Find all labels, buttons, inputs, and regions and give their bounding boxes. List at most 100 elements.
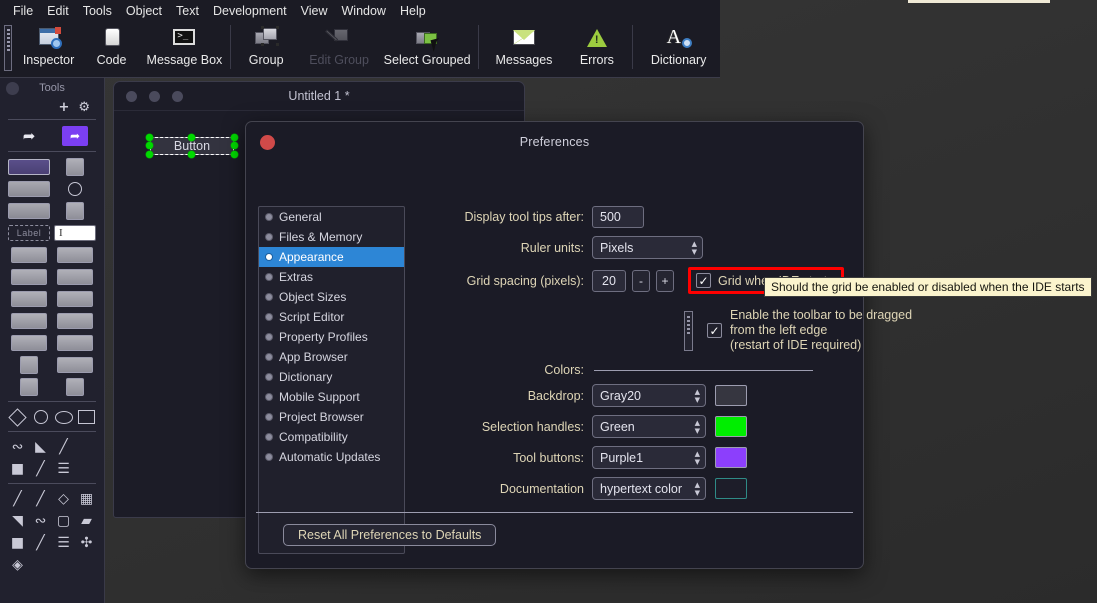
sidebar-item-appearance[interactable]: Appearance: [259, 247, 404, 267]
sidebar-item-extras[interactable]: Extras: [259, 267, 404, 287]
tool-polygon[interactable]: ◣: [29, 436, 52, 458]
documentation-color-swatch[interactable]: [715, 478, 747, 499]
stepper-arrows-icon[interactable]: ▲ ▼: [695, 481, 700, 496]
toolbar-button-inspector[interactable]: Inspector: [17, 22, 80, 67]
sidebar-item-dictionary[interactable]: Dictionary: [259, 367, 404, 387]
toolbar-button-errors[interactable]: ! Errors: [565, 22, 628, 67]
tool-listbox[interactable]: [6, 266, 52, 288]
tool-shape-diamond[interactable]: [6, 406, 29, 428]
selection-handle-bl[interactable]: [146, 151, 153, 158]
close-icon[interactable]: [260, 135, 275, 150]
tool-rectangle-control[interactable]: [6, 200, 52, 222]
backdrop-color-swatch[interactable]: [715, 385, 747, 406]
sidebar-item-app-browser[interactable]: App Browser: [259, 347, 404, 367]
selection-handle-tr[interactable]: [231, 134, 238, 141]
selection-handle-tc[interactable]: [188, 134, 195, 141]
selection-handle-tl[interactable]: [146, 134, 153, 141]
toolbar-button-messages[interactable]: Messages: [483, 22, 566, 67]
menu-help[interactable]: Help: [393, 1, 433, 21]
stepper-arrows-icon[interactable]: ▲ ▼: [695, 419, 700, 434]
toolbar-drag-grip[interactable]: [4, 25, 13, 71]
ruler-units-select[interactable]: Pixels ▲ ▼: [592, 236, 703, 259]
tool-file-control[interactable]: [52, 288, 98, 310]
selection-handles-color-swatch[interactable]: [715, 416, 747, 437]
tool-stamp-2[interactable]: ■: [6, 532, 29, 554]
documentation-color-select[interactable]: hypertext color ▲ ▼: [592, 477, 706, 500]
selection-handle-bc[interactable]: [188, 151, 195, 158]
toolbar-button-dictionary[interactable]: A Dictionary: [637, 22, 720, 67]
stepper-arrows-icon[interactable]: ▲ ▼: [695, 450, 700, 465]
reset-preferences-button[interactable]: Reset All Preferences to Defaults: [283, 524, 497, 546]
tool-splitter-v[interactable]: [52, 332, 98, 354]
tool-bevelbutton[interactable]: [6, 178, 52, 200]
tool-marquee[interactable]: ▢: [52, 510, 75, 532]
sidebar-item-property-profiles[interactable]: Property Profiles: [259, 327, 404, 347]
tool-checkbox[interactable]: [52, 156, 98, 178]
tool-buttons-color-select[interactable]: Purple1 ▲ ▼: [592, 446, 706, 469]
menu-development[interactable]: Development: [206, 1, 294, 21]
toolbar-drag-checkbox[interactable]: [707, 323, 722, 338]
grid-spacing-input[interactable]: 20: [592, 269, 626, 292]
backdrop-color-select[interactable]: Gray20 ▲ ▼: [592, 384, 706, 407]
sidebar-item-automatic-updates[interactable]: Automatic Updates: [259, 447, 404, 467]
sidebar-item-mobile-support[interactable]: Mobile Support: [259, 387, 404, 407]
sidebar-item-project-browser[interactable]: Project Browser: [259, 407, 404, 427]
tool-splitter-h[interactable]: [6, 332, 52, 354]
tool-move-points[interactable]: ✣: [75, 532, 98, 554]
toolbar-button-group[interactable]: Group: [235, 22, 298, 67]
tool-brush-2[interactable]: ╱: [29, 532, 52, 554]
tool-movieplayer[interactable]: [52, 376, 98, 398]
tool-pencil[interactable]: ╱: [6, 488, 29, 510]
toolbar-button-select-grouped[interactable]: Select Grouped: [381, 22, 474, 67]
grid-spacing-increment-button[interactable]: +: [656, 269, 674, 292]
selection-handles-color-select[interactable]: Green ▲ ▼: [592, 415, 706, 438]
tool-stamp[interactable]: ■: [6, 458, 29, 480]
grid-spacing-decrement-button[interactable]: -: [632, 269, 650, 292]
menu-tools[interactable]: Tools: [76, 1, 119, 21]
tool-move-selected[interactable]: ➦: [52, 124, 98, 148]
tool-arrow[interactable]: ➦: [6, 124, 52, 148]
tool-listbox-grid[interactable]: [52, 244, 98, 266]
tool-eraser[interactable]: ▰: [75, 510, 98, 532]
tool-popupmenu[interactable]: [6, 288, 52, 310]
tool-pushbutton[interactable]: [6, 156, 52, 178]
add-tool-icon[interactable]: +: [58, 101, 69, 114]
tool-curve[interactable]: ∾: [6, 436, 29, 458]
tool-spraycan[interactable]: ▦: [75, 488, 98, 510]
tooltip-delay-input[interactable]: 500: [592, 206, 644, 228]
menu-window[interactable]: Window: [335, 1, 393, 21]
toolbar-button-message-box[interactable]: Message Box: [143, 22, 226, 67]
selection-handle-mr[interactable]: [231, 142, 238, 149]
tool-radiobutton[interactable]: [52, 178, 98, 200]
grid-when-ide-starts-checkbox[interactable]: [696, 273, 711, 288]
tool-line[interactable]: ╱: [52, 436, 75, 458]
tool-canvas[interactable]: [6, 376, 52, 398]
tools-palette-close-button[interactable]: [6, 82, 19, 95]
stepper-arrows-icon[interactable]: ▲ ▼: [695, 388, 700, 403]
tool-target[interactable]: ◈: [6, 554, 29, 576]
tool-paintbucket[interactable]: ◇: [52, 488, 75, 510]
menu-text[interactable]: Text: [169, 1, 206, 21]
menu-object[interactable]: Object: [119, 1, 169, 21]
toolbar-button-edit-group[interactable]: Edit Group: [298, 22, 381, 67]
tool-page-panel[interactable]: [52, 200, 98, 222]
document-window-buttons[interactable]: [126, 90, 183, 102]
tool-combobox[interactable]: [6, 310, 52, 332]
toolbar-button-code[interactable]: Code: [80, 22, 143, 67]
sidebar-item-general[interactable]: General: [259, 207, 404, 227]
sidebar-item-compatibility[interactable]: Compatibility: [259, 427, 404, 447]
selected-button-object[interactable]: Button: [146, 134, 238, 158]
tool-buttons-color-swatch[interactable]: [715, 447, 747, 468]
tool-freehand[interactable]: ∾: [29, 510, 52, 532]
tool-shape-oval[interactable]: [52, 406, 75, 428]
sidebar-item-object-sizes[interactable]: Object Sizes: [259, 287, 404, 307]
tool-scrollbar-h[interactable]: [52, 354, 98, 376]
tool-scrollbar-v[interactable]: [6, 354, 52, 376]
menu-view[interactable]: View: [294, 1, 335, 21]
tool-shape-rect[interactable]: [75, 406, 98, 428]
tool-shape-circle[interactable]: [29, 406, 52, 428]
tool-option-control[interactable]: [52, 310, 98, 332]
tool-label[interactable]: Label: [6, 222, 52, 244]
tool-lasso[interactable]: ◥: [6, 510, 29, 532]
preferences-category-list[interactable]: General Files & Memory Appearance Extras…: [258, 206, 405, 554]
